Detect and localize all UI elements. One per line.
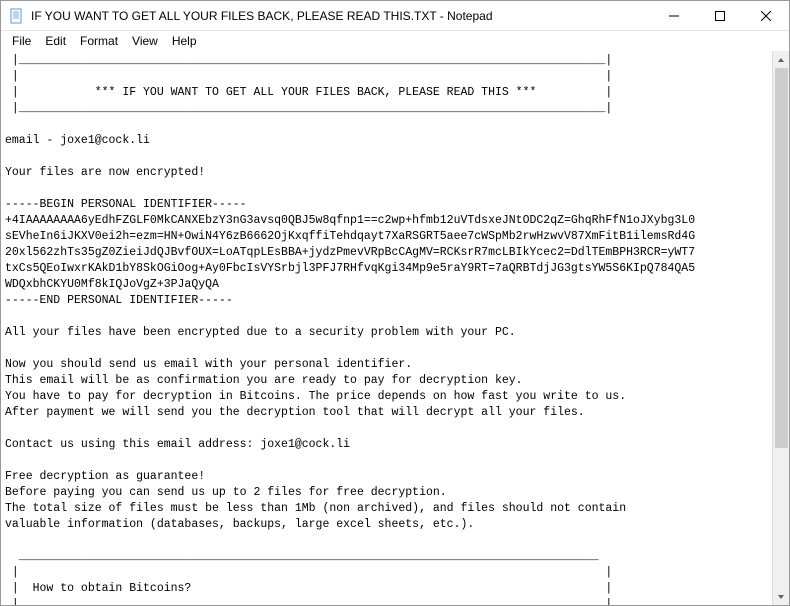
window-title: IF YOU WANT TO GET ALL YOUR FILES BACK, … xyxy=(31,9,651,23)
menu-edit[interactable]: Edit xyxy=(38,32,73,50)
notepad-icon xyxy=(9,8,25,24)
editor-container: |_______________________________________… xyxy=(1,51,789,605)
window-controls xyxy=(651,1,789,30)
menu-format[interactable]: Format xyxy=(73,32,125,50)
scroll-up-button[interactable] xyxy=(773,51,789,68)
minimize-button[interactable] xyxy=(651,1,697,30)
scroll-down-button[interactable] xyxy=(773,588,789,605)
titlebar: IF YOU WANT TO GET ALL YOUR FILES BACK, … xyxy=(1,1,789,31)
vertical-scrollbar[interactable] xyxy=(772,51,789,605)
menu-help[interactable]: Help xyxy=(165,32,204,50)
maximize-button[interactable] xyxy=(697,1,743,30)
menu-file[interactable]: File xyxy=(5,32,38,50)
menubar: File Edit Format View Help xyxy=(1,31,789,51)
close-button[interactable] xyxy=(743,1,789,30)
menu-view[interactable]: View xyxy=(125,32,165,50)
scroll-thumb[interactable] xyxy=(775,68,788,448)
text-editor[interactable]: |_______________________________________… xyxy=(1,51,772,605)
